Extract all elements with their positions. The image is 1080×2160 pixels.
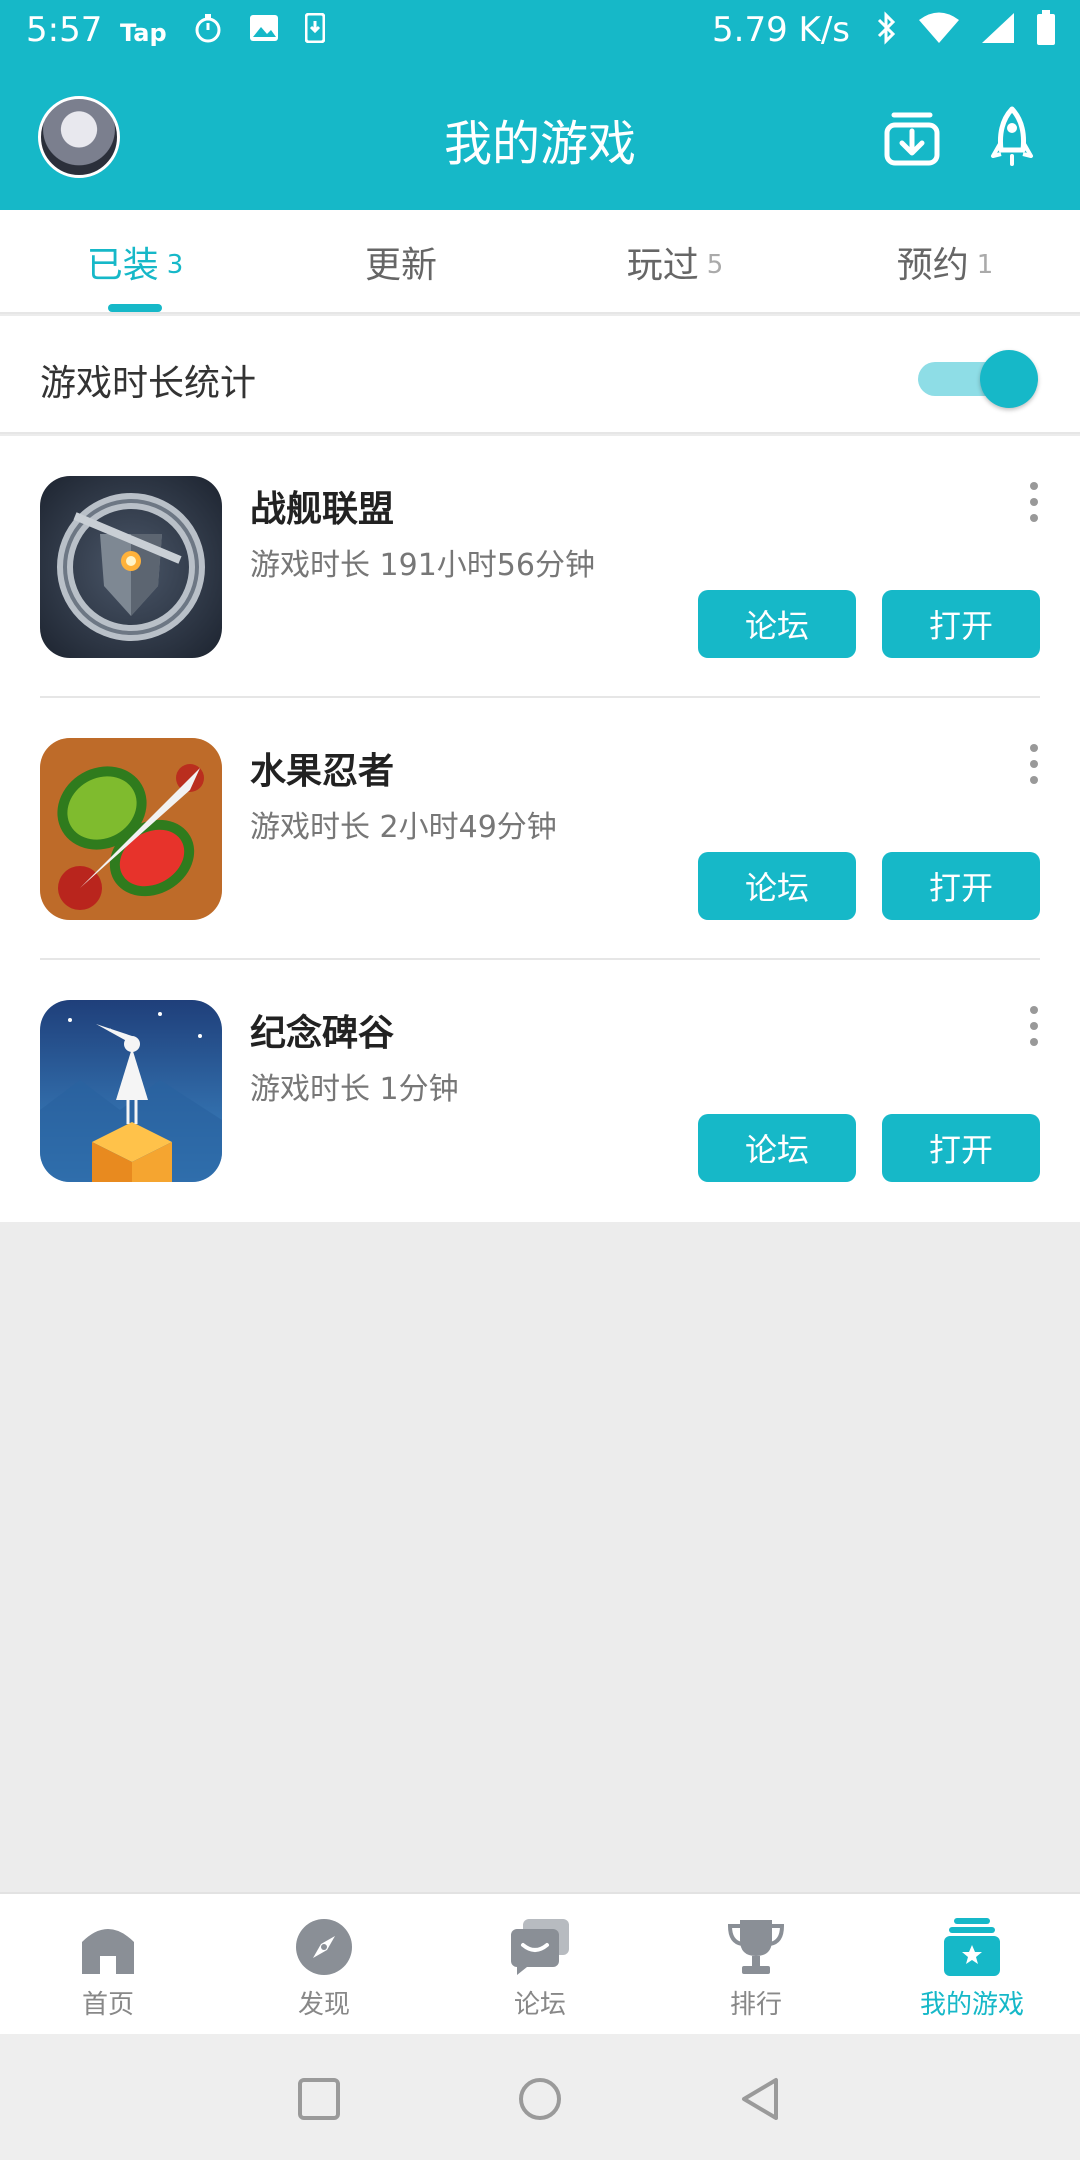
nav-label: 首页 [81,1990,134,2020]
playtime-stats-toggle[interactable] [918,348,1038,408]
tab-count: 5 [706,250,724,280]
system-navigation-bar [0,2034,1080,2160]
signal-icon [980,11,1016,54]
game-playtime: 游戏时长 191小时56分钟 [250,548,595,583]
status-left-icons: Tap [120,12,326,54]
network-speed: 5.79 K/s [712,10,850,50]
tab-label: 更新 [364,245,437,286]
status-time: 5:57 [26,10,103,50]
open-button[interactable]: 打开 [882,590,1040,658]
forum-icon [509,1916,571,1978]
game-name: 纪念碑谷 [250,1013,395,1054]
trophy-icon [725,1916,787,1978]
forum-button[interactable]: 论坛 [698,1114,856,1182]
tab-count: 3 [166,250,184,280]
warship-alliance-icon [40,476,222,658]
wifi-icon [918,11,960,54]
image-icon [249,14,279,52]
playtime-stats-label: 游戏时长统计 [40,363,257,404]
bottom-navigation: 首页 发现 论坛 排行 我的游戏 [0,1892,1080,2034]
fruit-ninja-icon [40,738,222,920]
nav-item-my-games[interactable]: 我的游戏 [864,1894,1080,2036]
more-options-icon[interactable] [1024,482,1044,522]
status-right-icons [876,10,1056,55]
game-name: 战舰联盟 [250,489,395,530]
list-item[interactable]: 纪念碑谷 游戏时长 1分钟 论坛 打开 [0,960,1080,1222]
monument-valley-icon [40,1000,222,1182]
list-item[interactable]: 战舰联盟 游戏时长 191小时56分钟 论坛 打开 [0,436,1080,698]
home-circle-icon[interactable] [515,2074,565,2124]
open-button[interactable]: 打开 [882,1114,1040,1182]
tap-app-icon: Tap [120,19,167,47]
tab-label: 玩过 [626,245,699,286]
game-list: 战舰联盟 游戏时长 191小时56分钟 论坛 打开 水果忍者 游戏时长 2小时4… [0,436,1080,1222]
more-options-icon[interactable] [1024,1006,1044,1046]
bluetooth-icon [876,11,898,54]
nav-item-home[interactable]: 首页 [0,1894,216,2036]
game-playtime: 游戏时长 1分钟 [250,1072,459,1107]
tab-label: 预约 [896,245,969,286]
nav-item-ranking[interactable]: 排行 [648,1894,864,2036]
tab-indicator [108,304,162,312]
battery-icon [1036,10,1056,55]
playtime-stats-row: 游戏时长统计 [0,316,1080,434]
home-icon [77,1916,139,1978]
back-icon[interactable] [736,2074,786,2124]
tab-updates[interactable]: 更新 [270,210,540,314]
tab-bar: 已装 3 更新 玩过 5 预约 1 [0,210,1080,314]
nav-label: 论坛 [513,1990,566,2020]
forum-button[interactable]: 论坛 [698,590,856,658]
recents-icon[interactable] [294,2074,344,2124]
nav-label: 我的游戏 [919,1990,1024,2020]
tab-played[interactable]: 玩过 5 [540,210,810,314]
list-item[interactable]: 水果忍者 游戏时长 2小时49分钟 论坛 打开 [0,698,1080,960]
tab-reserved[interactable]: 预约 1 [810,210,1080,314]
status-bar: 5:57 Tap 5.79 K/s [0,0,1080,64]
nav-label: 排行 [729,1990,782,2020]
rocket-icon[interactable] [980,102,1044,172]
nav-label: 发现 [297,1990,350,2020]
compass-icon [293,1916,355,1978]
download-manager-icon[interactable] [880,102,944,172]
tab-installed[interactable]: 已装 3 [0,210,270,314]
game-name: 水果忍者 [250,751,395,792]
app-header: 我的游戏 [0,64,1080,210]
game-playtime: 游戏时长 2小时49分钟 [250,810,557,845]
toggle-knob [980,350,1038,408]
stopwatch-icon [193,12,223,54]
open-button[interactable]: 打开 [882,852,1040,920]
forum-button[interactable]: 论坛 [698,852,856,920]
tab-label: 已装 [86,245,159,286]
tab-count: 1 [976,250,994,280]
nav-item-discover[interactable]: 发现 [216,1894,432,2036]
more-options-icon[interactable] [1024,744,1044,784]
nav-item-forum[interactable]: 论坛 [432,1894,648,2036]
download-phone-icon [304,12,326,53]
my-games-icon [941,1916,1003,1978]
